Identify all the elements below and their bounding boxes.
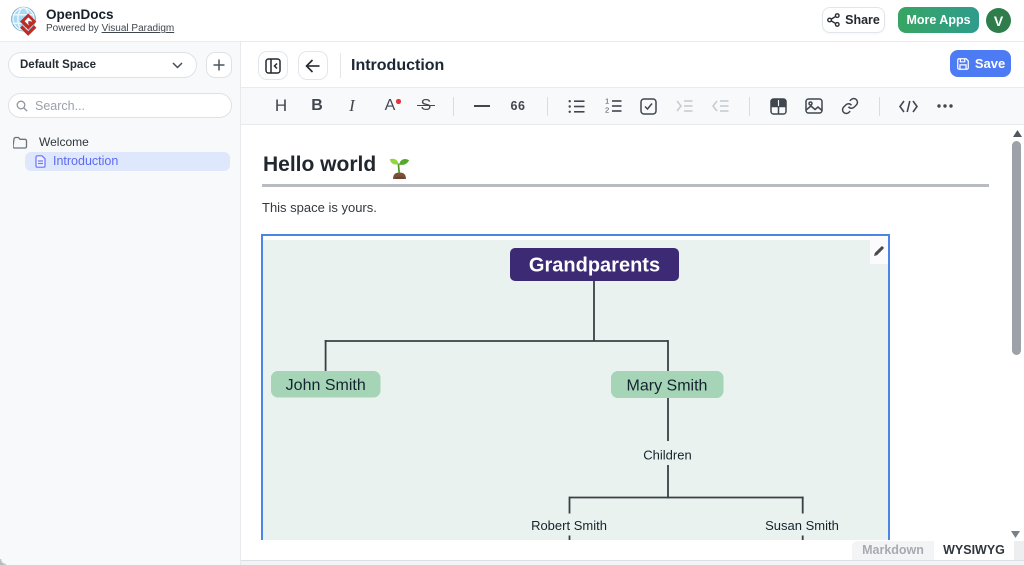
svg-text:Mary Smith: Mary Smith xyxy=(627,378,708,395)
svg-text:1: 1 xyxy=(605,98,609,106)
svg-text:John Smith: John Smith xyxy=(286,377,366,394)
svg-text:Grandparents: Grandparents xyxy=(529,255,660,277)
svg-text:2: 2 xyxy=(605,106,609,115)
svg-text:Children: Children xyxy=(643,448,691,463)
svg-text:Susan Smith: Susan Smith xyxy=(765,518,839,533)
svg-text:Robert Smith: Robert Smith xyxy=(531,518,607,533)
